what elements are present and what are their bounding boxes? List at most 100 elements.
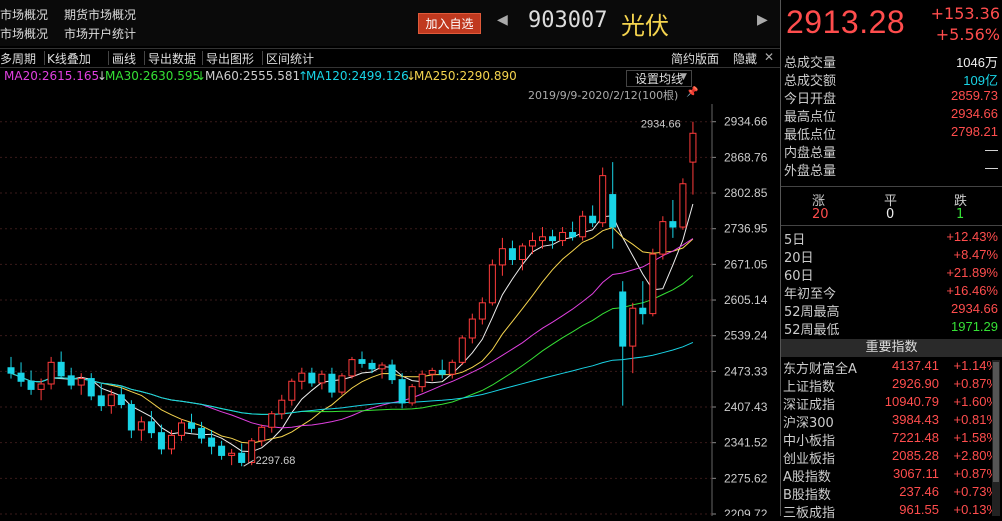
performance-label: 年初至今 xyxy=(784,287,837,302)
index-row[interactable]: B股指数 237.46 +0.73% xyxy=(781,484,1002,503)
index-row[interactable]: 深证成指 10940.79 +1.60% xyxy=(781,394,1002,413)
index-price: 4137.41 xyxy=(892,358,939,373)
candle-body xyxy=(137,421,145,431)
toolbar-simple-layout[interactable]: 简约版面 xyxy=(671,50,719,67)
candle-body xyxy=(67,375,75,386)
breadth-up-count: 20 xyxy=(812,207,829,222)
stat-value: 2798.21 xyxy=(951,124,998,139)
nav-futures-overview[interactable]: 期货市场概况 xyxy=(64,6,136,23)
toolbar-overlay[interactable]: K线叠加 xyxy=(47,50,91,67)
candle-body xyxy=(288,380,296,401)
ma250-label: MA250:2290.890 xyxy=(414,69,517,83)
index-price: 2085.28 xyxy=(892,448,939,463)
index-price: 7221.48 xyxy=(892,430,939,445)
toolbar-export-data[interactable]: 导出数据 xyxy=(148,50,196,67)
performance-value: +12.43% xyxy=(946,229,998,244)
candle-body xyxy=(188,422,196,429)
nav-market-overview-2[interactable]: 市场概况 xyxy=(0,25,48,42)
close-icon[interactable]: ✕ xyxy=(764,50,774,64)
prev-arrow-icon[interactable]: ◀ xyxy=(497,12,508,28)
performance-label: 5日 xyxy=(784,233,806,248)
stat-label: 今日开盘 xyxy=(784,92,837,107)
index-row[interactable]: 东方财富全A 4137.41 +1.14% xyxy=(781,358,1002,377)
nav-market-overview[interactable]: 市场概况 xyxy=(0,6,48,23)
stat-label: 总成交额 xyxy=(784,74,837,89)
y-tick-label: 2473.33 xyxy=(724,364,768,378)
candle-body xyxy=(278,399,286,415)
price-change: +153.36 xyxy=(930,4,1000,23)
divider xyxy=(781,186,1002,187)
performance-value: +8.47% xyxy=(953,247,998,262)
candle-body xyxy=(77,378,85,386)
index-row[interactable]: 沪深300 3984.43 +0.81% xyxy=(781,412,1002,431)
kline-chart[interactable]: 2934.66 2868.76 2802.85 2736.95 2671.05 2605.… xyxy=(0,104,780,516)
candle-body xyxy=(7,367,15,374)
stat-label: 外盘总量 xyxy=(784,164,837,179)
toolbar-draw[interactable]: 画线 xyxy=(112,50,136,67)
candle-body xyxy=(157,432,165,450)
candle-body xyxy=(679,183,687,228)
candle-body xyxy=(198,427,206,439)
toolbar-multi-period[interactable]: 多周期 xyxy=(0,50,36,67)
candle-body xyxy=(619,291,627,347)
candle-body xyxy=(649,253,657,315)
y-tick-label: 2868.76 xyxy=(724,150,768,164)
candle-body xyxy=(478,302,486,320)
candle-body xyxy=(609,194,617,228)
candle-body xyxy=(508,248,516,261)
candle-body xyxy=(398,379,406,404)
candle-body xyxy=(559,231,567,242)
ma120-label: MA120:2499.126 xyxy=(306,69,409,83)
next-arrow-icon[interactable]: ▶ xyxy=(757,12,768,28)
nav-account-stats[interactable]: 市场开户统计 xyxy=(64,25,136,42)
candle-body xyxy=(579,215,587,238)
candle-body xyxy=(298,372,306,382)
candle-body xyxy=(177,422,186,436)
candle-body xyxy=(689,132,697,163)
chevron-down-icon[interactable]: ▼ xyxy=(680,72,687,82)
index-row[interactable]: 中小板指 7221.48 +1.58% xyxy=(781,430,1002,449)
performance-value: 2934.66 xyxy=(951,301,998,316)
index-row[interactable]: 上证指数 2926.90 +0.87% xyxy=(781,376,1002,395)
performance-row: 60日 +21.89% xyxy=(784,265,998,284)
candle-body xyxy=(218,445,226,456)
pin-icon[interactable]: 📌 xyxy=(686,87,698,98)
candle-body xyxy=(669,221,677,228)
candle-body xyxy=(248,440,256,463)
index-row[interactable]: 三板成指 961.55 +0.13% xyxy=(781,502,1002,521)
index-name: A股指数 xyxy=(783,470,831,485)
scrollbar-thumb[interactable] xyxy=(993,362,999,482)
separator xyxy=(262,51,263,65)
y-tick-label: 2341.52 xyxy=(724,436,768,450)
index-name: 创业板指 xyxy=(783,452,836,467)
toolbar-range-stats[interactable]: 区间统计 xyxy=(266,50,314,67)
candle-body xyxy=(639,307,647,315)
candle-body xyxy=(208,437,216,447)
low-annotation: 2297.68 xyxy=(256,455,296,467)
candle-body xyxy=(498,248,506,266)
candle-body xyxy=(308,372,316,384)
divider xyxy=(781,225,1002,226)
index-price: 961.55 xyxy=(899,502,939,517)
ma20-label: MA20:2615.165 xyxy=(4,69,100,83)
candle-body xyxy=(458,337,466,363)
candle-body xyxy=(599,175,607,224)
candle-body xyxy=(37,383,45,390)
y-tick-label: 2802.85 xyxy=(724,186,768,200)
index-price: 2926.90 xyxy=(892,376,939,391)
toolbar-hide[interactable]: 隐藏 xyxy=(733,50,757,67)
candle-body xyxy=(659,221,667,255)
candle-body xyxy=(57,361,65,377)
index-row[interactable]: A股指数 3067.11 +0.87% xyxy=(781,466,1002,485)
price-change-pct: +5.56% xyxy=(935,25,1000,44)
candle-body xyxy=(348,359,356,377)
performance-row: 年初至今 +16.46% xyxy=(784,283,998,302)
candle-body xyxy=(569,231,577,238)
stat-row: 外盘总量 — xyxy=(784,160,998,179)
add-watchlist-button[interactable]: 加入自选 xyxy=(418,13,481,34)
stat-label: 内盘总量 xyxy=(784,146,837,161)
stat-value: 2859.73 xyxy=(951,88,998,103)
index-row[interactable]: 创业板指 2085.28 +2.80% xyxy=(781,448,1002,467)
toolbar-export-image[interactable]: 导出图形 xyxy=(206,50,254,67)
stat-label: 总成交量 xyxy=(784,56,837,71)
